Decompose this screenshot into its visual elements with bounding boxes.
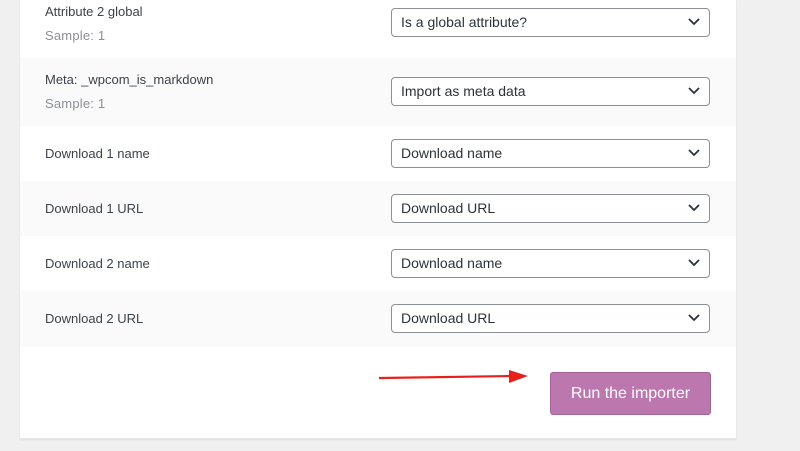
map-to-field-select[interactable]: Download URL	[391, 304, 710, 333]
column-name: Attribute 2 global	[45, 4, 143, 19]
chevron-down-icon	[688, 18, 700, 26]
column-name: Meta: _wpcom_is_markdown	[45, 72, 214, 87]
mapping-card: Attribute 2 global Sample: 1 Is a global…	[20, 0, 736, 439]
column-name: Download 1 URL	[45, 201, 144, 216]
map-to-field-value: Import as meta data	[401, 83, 526, 99]
column-name: Download 2 URL	[45, 311, 144, 326]
mapping-row: Meta: _wpcom_is_markdown Sample: 1 Impor…	[20, 58, 736, 126]
chevron-down-icon	[688, 314, 700, 322]
red-arrow-icon	[378, 370, 528, 383]
mapping-row: Download 1 URL Download URL	[20, 181, 736, 236]
column-name: Download 2 name	[45, 256, 150, 271]
map-to-field-select[interactable]: Download URL	[391, 194, 710, 223]
chevron-down-icon	[688, 204, 700, 212]
run-importer-button[interactable]: Run the importer	[550, 372, 711, 415]
chevron-down-icon	[688, 149, 700, 157]
map-to-field-select[interactable]: Is a global attribute?	[391, 8, 710, 37]
map-to-field-value: Download name	[401, 145, 503, 161]
mapping-row: Download 2 name Download name	[20, 236, 736, 291]
map-to-field-value: Download URL	[401, 200, 496, 216]
mapping-row: Download 2 URL Download URL	[20, 291, 736, 347]
column-name: Download 1 name	[45, 146, 150, 161]
mapping-row: Download 1 name Download name	[20, 126, 736, 181]
map-to-field-select[interactable]: Download name	[391, 249, 710, 278]
map-to-field-value: Download URL	[401, 310, 496, 326]
map-to-field-select[interactable]: Import as meta data	[391, 77, 710, 106]
column-sample: Sample: 1	[45, 28, 106, 43]
mapping-row: Attribute 2 global Sample: 1 Is a global…	[20, 0, 736, 58]
chevron-down-icon	[688, 87, 700, 95]
column-sample: Sample: 1	[45, 96, 106, 111]
map-to-field-value: Download name	[401, 255, 503, 271]
map-to-field-select[interactable]: Download name	[391, 139, 710, 168]
chevron-down-icon	[688, 259, 700, 267]
map-to-field-value: Is a global attribute?	[401, 14, 528, 30]
